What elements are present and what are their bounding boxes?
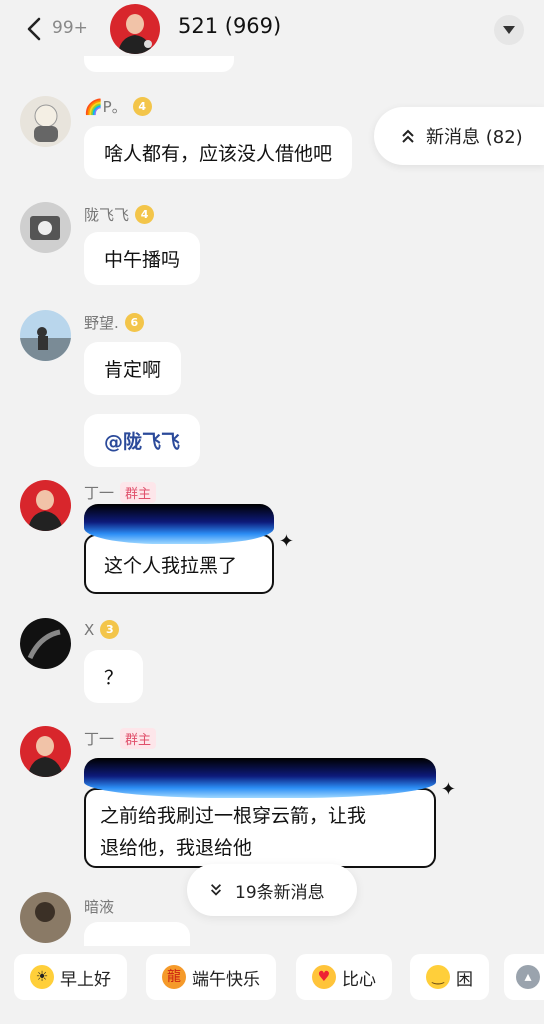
sender-name: 陇飞飞 4 [84,204,155,225]
message-bubble[interactable]: ？ [84,650,144,703]
level-badge: 6 [124,313,144,332]
avatar[interactable] [20,202,71,253]
message-bubble[interactable]: 肯定啊 [84,342,182,395]
sun-face-icon: ☀ [30,965,54,989]
message-bubble[interactable]: 啥人都有，应该没人借他吧 [84,126,353,179]
level-badge: 4 [135,205,155,224]
chat-header: 99+ 521 (969) [0,0,544,56]
star-icon: ✦ [278,531,294,552]
quick-reply-sleepy[interactable]: ‿ 困 [410,954,489,1000]
bubble-frame-decoration [84,504,274,544]
chevrons-up-icon [402,129,414,143]
heart-hands-icon: ♥ [312,965,336,989]
avatar[interactable] [20,726,71,777]
mention-bubble[interactable]: @陇飞飞 [84,414,201,467]
avatar[interactable] [20,618,71,669]
sender-name: 暗液 [84,898,115,916]
husky-icon: ▴ [516,965,540,989]
avatar[interactable] [20,310,71,361]
sender-name: 🌈P。 4 [84,96,152,117]
unread-count[interactable]: 99+ [52,18,88,38]
dragon-icon: 龍 [162,965,186,989]
quick-reply-heart[interactable]: ♥ 比心 [296,954,392,1000]
message-bubble[interactable]: 这个人我拉黑了 ✦ [84,504,294,594]
sender-name: 丁一 群主 [84,482,157,503]
chevron-down-icon[interactable] [494,15,524,45]
message-bubble[interactable]: 之前给我刷过一根穿云箭，让我 退给他，我退给他 ✦ [84,758,456,868]
star-icon: ✦ [440,779,456,800]
group-avatar[interactable] [110,4,160,54]
level-badge: 4 [132,97,152,116]
sleepy-face-icon: ‿ [426,965,450,989]
avatar[interactable] [20,96,71,147]
quick-reply-dragon-boat[interactable]: 龍 端午快乐 [146,954,276,1000]
quick-reply-good-morning[interactable]: ☀ 早上好 [14,954,127,1000]
back-arrow-icon[interactable] [22,16,48,42]
owner-badge: 群主 [120,482,157,503]
chevrons-down-icon [211,884,221,896]
sender-name: 野望. 6 [84,312,144,333]
avatar[interactable] [20,892,71,943]
owner-badge: 群主 [120,728,157,749]
quick-reply-husky[interactable]: ▴ [504,954,544,1000]
chat-screen: 99+ 521 (969) 🌈P。 4 啥人都有，应该没人借他吧 陇飞飞 4 中… [0,0,544,1024]
message-bubble[interactable]: 中午播吗 [84,232,201,285]
quick-reply-bar: ☀ 早上好 龍 端午快乐 ♥ 比心 ‿ 困 ▴ [0,946,544,1024]
avatar[interactable] [20,480,71,531]
chat-title: 521 (969) [178,14,282,38]
level-badge: 3 [100,620,120,639]
new-messages-bottom-button[interactable]: 19条新消息 [187,864,357,916]
new-messages-top-button[interactable]: 新消息 (82) [374,107,544,165]
sender-name: 丁一 群主 [84,728,157,749]
sender-name: X 3 [84,620,120,639]
bubble-frame-decoration [84,758,436,798]
